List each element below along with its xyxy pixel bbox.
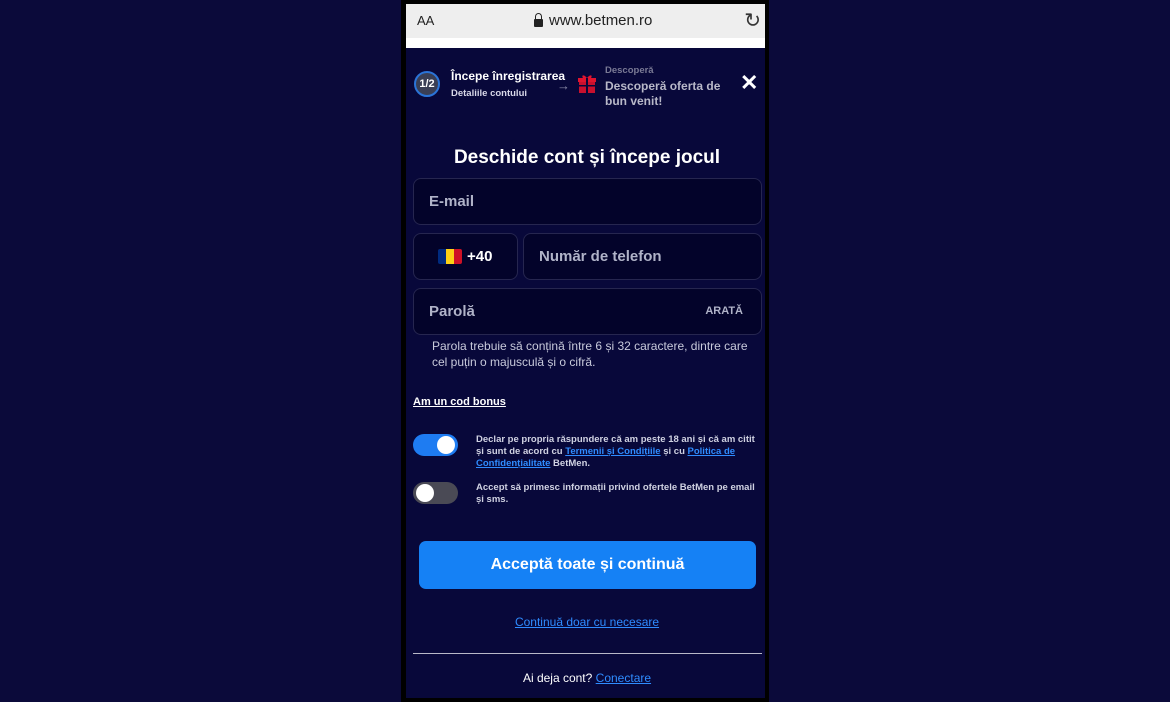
country-code-select[interactable]: +40 (413, 233, 518, 280)
marketing-consent-text: Accept să primesc informații privind ofe… (476, 482, 755, 505)
toggle-knob (416, 484, 434, 502)
registration-form: 1/2 Începe înregistrarea Detaliile contu… (406, 48, 765, 698)
have-account-text: Ai deja cont? (522, 671, 593, 685)
phone-placeholder: Număr de telefon (539, 248, 662, 265)
toggle-knob (437, 436, 455, 454)
password-placeholder: Parolă (429, 303, 475, 320)
marketing-consent-toggle[interactable] (413, 482, 458, 504)
gift-icon (578, 75, 596, 93)
age-consent-text: Declar pe propria răspundere că am peste… (476, 434, 758, 470)
text-size-button[interactable]: AA (417, 13, 434, 28)
step-progress-badge: 1/2 (414, 71, 440, 97)
arrow-right-icon: → (557, 78, 570, 93)
password-hint: Parola trebuie să conțină între 6 și 32 … (432, 339, 748, 369)
current-step-subtitle: Detaliile contului (451, 88, 528, 99)
browser-address-bar[interactable]: AA www.betmen.ro ↻ (406, 4, 765, 38)
reload-icon[interactable]: ↻ (744, 8, 761, 33)
password-field[interactable]: Parolă ARATĂ (413, 288, 762, 335)
login-prompt: Ai deja cont? Conectare (406, 671, 768, 685)
divider (413, 653, 762, 654)
age-consent-suffix: BetMen. (550, 458, 591, 469)
page-title: Deschide cont și începe jocul (453, 147, 721, 168)
login-link[interactable]: Conectare (596, 671, 651, 685)
bonus-code-link[interactable]: Am un cod bonus (413, 396, 506, 408)
browser-divider (406, 38, 765, 48)
romania-flag-icon (438, 249, 462, 264)
url-display[interactable]: www.betmen.ro (534, 12, 652, 29)
show-password-button[interactable]: ARATĂ (705, 305, 743, 317)
continue-necessary-link[interactable]: Continuă doar cu necesare (515, 615, 659, 629)
close-icon[interactable]: ✕ (740, 72, 758, 94)
url-text: www.betmen.ro (549, 12, 653, 29)
phone-field[interactable]: Număr de telefon (523, 233, 762, 280)
next-step-title: Descoperă oferta de bun venit! (605, 79, 721, 108)
lock-icon (534, 12, 543, 27)
country-code-value: +40 (467, 248, 493, 265)
current-step-title: Începe înregistrarea (451, 69, 566, 83)
phone-frame: AA www.betmen.ro ↻ 1/2 Începe înregistra… (401, 0, 769, 702)
terms-link[interactable]: Termenii și Condițiile (565, 446, 660, 457)
accept-all-continue-button[interactable]: Acceptă toate și continuă (419, 541, 756, 589)
email-field[interactable]: E-mail (413, 178, 762, 225)
continue-necessary-container: Continuă doar cu necesare (406, 615, 768, 629)
next-step-label: Descoperă (605, 65, 654, 76)
age-consent-toggle[interactable] (413, 434, 458, 456)
email-placeholder: E-mail (429, 193, 475, 210)
age-consent-middle: și cu (660, 446, 688, 457)
